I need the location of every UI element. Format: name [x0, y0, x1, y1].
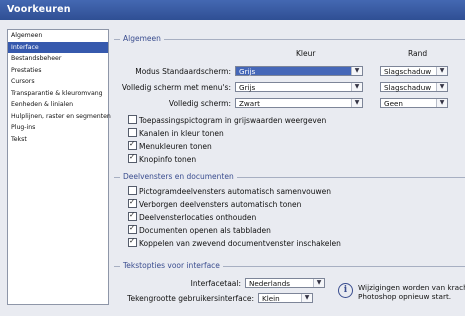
fullscreen-menus-border-value: Slagschaduw [384, 83, 432, 92]
general-group: Algemeen [114, 34, 465, 43]
text-options-group-title: Tekstopties voor interface [120, 261, 223, 270]
panels-group-title: Deelvensters en documenten [120, 172, 237, 181]
sidebar-item-transparantie[interactable]: Transparantie & kleuromvang [8, 88, 108, 100]
sidebar-item-plug-ins[interactable]: Plug-ins [8, 122, 108, 134]
border-column-header: Rand [408, 49, 428, 58]
interface-language-select[interactable]: Nederlands ▼ [245, 278, 325, 288]
ui-font-size-label: Tekengrootte gebruikersinterface: [127, 294, 254, 303]
checkbox-box [128, 139, 137, 150]
chevron-down-icon: ▼ [313, 279, 324, 287]
checkbox-box [128, 128, 137, 137]
checkbox-box [128, 223, 137, 234]
chevron-down-icon: ▼ [351, 83, 362, 91]
checkbox-box [128, 197, 137, 208]
restart-note-line1: Wijzigingen worden van krach [358, 283, 465, 292]
tooltips-label: Knopinfo tonen [139, 155, 197, 164]
checkbox-box [128, 115, 137, 124]
settings-panel: Algemeen Kleur Rand Modus Standaardscher… [114, 27, 465, 316]
chevron-down-icon: ▼ [351, 99, 362, 107]
chevron-down-icon: ▼ [301, 294, 312, 302]
standard-mode-label: Modus Standaardscherm: [135, 67, 231, 76]
grayscale-icon-label: Toepassingspictogram in grijswaarden wee… [139, 116, 327, 125]
chevron-down-icon: ▼ [436, 83, 447, 91]
remember-locations-label: Deelvensterlocaties onthouden [139, 213, 257, 222]
sidebar-item-hulplijnen[interactable]: Hulplijnen, raster en segmenten [8, 111, 111, 123]
chevron-down-icon: ▼ [436, 67, 447, 75]
sidebar-item-algemeen[interactable]: Algemeen [8, 30, 108, 42]
fullscreen-menus-border-select[interactable]: Slagschaduw ▼ [380, 82, 448, 92]
checkbox-box [128, 152, 137, 163]
menu-colors-checkbox[interactable]: Menukleuren tonen [128, 139, 212, 151]
fullscreen-color-select[interactable]: Zwart ▼ [235, 98, 363, 108]
fullscreen-label: Volledig scherm: [168, 99, 231, 108]
sidebar-item-bestandsbeheer[interactable]: Bestandsbeheer [8, 53, 108, 65]
ui-font-size-select[interactable]: Klein ▼ [258, 293, 313, 303]
channels-color-label: Kanalen in kleur tonen [139, 129, 224, 138]
channels-color-checkbox[interactable]: Kanalen in kleur tonen [128, 128, 224, 138]
auto-collapse-checkbox[interactable]: Pictogramdeelvensters automatisch samenv… [128, 186, 331, 196]
sidebar-item-cursors[interactable]: Cursors [8, 76, 108, 88]
sidebar-item-interface[interactable]: Interface [8, 41, 108, 53]
chevron-down-icon: ▼ [351, 67, 362, 75]
text-options-group: Tekstopties voor interface [114, 261, 465, 270]
auto-collapse-label: Pictogramdeelvensters automatisch samenv… [139, 187, 331, 196]
standard-mode-border-value: Slagschaduw [384, 67, 432, 76]
color-column-header: Kleur [296, 49, 316, 58]
checkbox-box [128, 186, 137, 195]
interface-language-value: Nederlands [249, 279, 291, 288]
remember-locations-checkbox[interactable]: Deelvensterlocaties onthouden [128, 210, 257, 222]
restart-note: Wijzigingen worden van krach Photoshop o… [358, 283, 465, 301]
chevron-down-icon: ▼ [436, 99, 447, 107]
fullscreen-border-select[interactable]: Geen ▼ [380, 98, 448, 108]
fullscreen-border-value: Geen [384, 99, 403, 108]
checkbox-box [128, 210, 137, 221]
restart-note-line2: Photoshop opnieuw start. [358, 292, 452, 301]
fullscreen-menus-label: Volledig scherm met menu's: [121, 83, 231, 92]
category-list[interactable]: Algemeen Interface Bestandsbeheer Presta… [7, 29, 111, 305]
standard-mode-color-select[interactable]: Grijs ▼ [235, 66, 363, 76]
standard-mode-border-select[interactable]: Slagschaduw ▼ [380, 66, 448, 76]
sidebar-item-tekst[interactable]: Tekst [8, 134, 108, 146]
title-bar: Voorkeuren [0, 0, 465, 20]
sidebar-item-eenheden[interactable]: Eenheden & linialen [8, 99, 108, 111]
menu-colors-label: Menukleuren tonen [139, 142, 212, 151]
info-icon: i [338, 283, 353, 298]
panels-group: Deelvensters en documenten [114, 172, 465, 181]
ui-font-size-value: Klein [262, 294, 280, 303]
auto-show-hidden-label: Verborgen deelvensters automatisch tonen [139, 200, 302, 209]
tooltips-checkbox[interactable]: Knopinfo tonen [128, 152, 197, 164]
floating-docking-checkbox[interactable]: Koppelen van zwevend documentvenster ins… [128, 236, 341, 248]
checkbox-box [128, 236, 137, 247]
fullscreen-menus-color-value: Grijs [239, 83, 256, 92]
fullscreen-menus-color-select[interactable]: Grijs ▼ [235, 82, 363, 92]
window-title: Voorkeuren [7, 4, 71, 15]
sidebar-item-prestaties[interactable]: Prestaties [8, 65, 108, 77]
floating-docking-label: Koppelen van zwevend documentvenster ins… [139, 239, 341, 248]
standard-mode-color-value: Grijs [239, 67, 256, 76]
auto-show-hidden-checkbox[interactable]: Verborgen deelvensters automatisch tonen [128, 197, 302, 209]
interface-language-label: Interfacetaal: [190, 279, 241, 288]
grayscale-icon-checkbox[interactable]: Toepassingspictogram in grijswaarden wee… [128, 115, 326, 125]
open-as-tabs-label: Documenten openen als tabbladen [139, 226, 271, 235]
open-as-tabs-checkbox[interactable]: Documenten openen als tabbladen [128, 223, 271, 235]
general-group-title: Algemeen [120, 34, 164, 43]
fullscreen-color-value: Zwart [239, 99, 260, 108]
